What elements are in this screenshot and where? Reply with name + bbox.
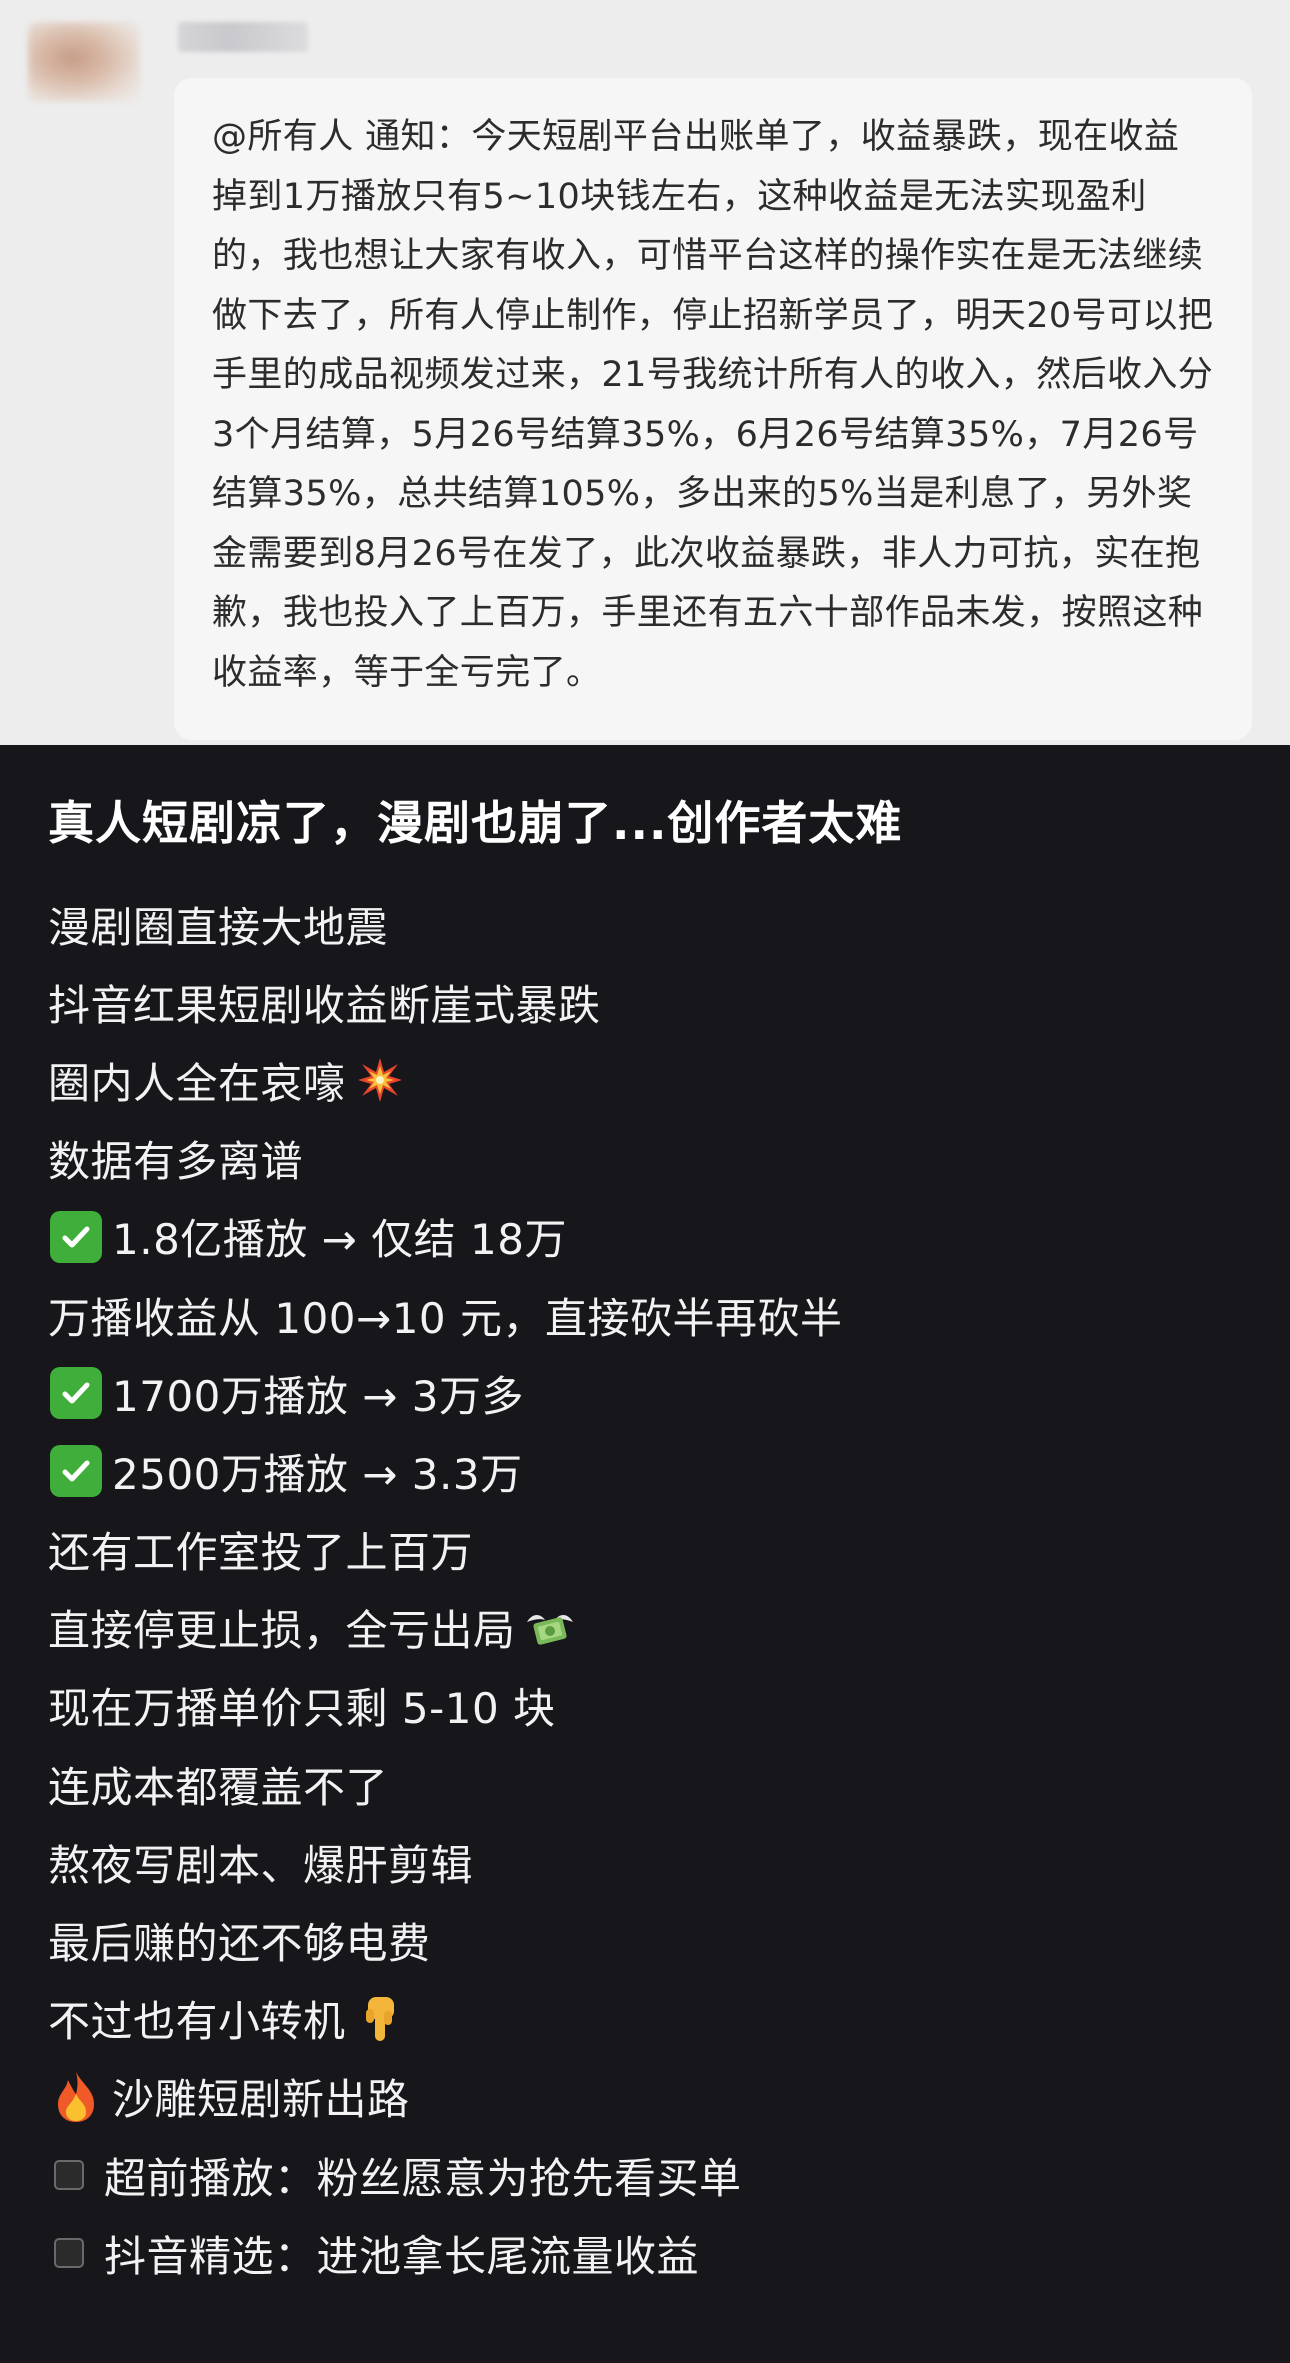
check-mark-icon: [48, 1443, 104, 1499]
post-line: 1700万播放 → 3万多: [48, 1354, 1248, 1432]
post-line-text: 数据有多离谱: [48, 1137, 304, 1187]
money-with-wings-icon: [522, 1600, 578, 1656]
pointing-down-icon: [352, 1991, 408, 2047]
post-line: 沙雕短剧新出路: [48, 2058, 1248, 2136]
post-lines: 漫剧圈直接大地震 抖音红果短剧收益断崖式暴跌 圈内人全在哀嚎 数据有多离谱 1.…: [48, 885, 1248, 2292]
post-line-text: 沙雕短剧新出路: [112, 2075, 410, 2125]
post-line: 2500万播放 → 3.3万: [48, 1432, 1248, 1510]
post-line: 直接停更止损，全亏出局: [48, 1589, 1248, 1667]
chat-bubble[interactable]: @所有人 通知：今天短剧平台出账单了，收益暴跌，现在收益掉到1万播放只有5~10…: [174, 78, 1252, 740]
post-line-text: 1700万播放 → 3万多: [112, 1371, 525, 1421]
post-line: 万播收益从 100→10 元，直接砍半再砍半: [48, 1276, 1248, 1354]
post-line-text: 圈内人全在哀嚎: [48, 1058, 346, 1108]
post-line-text: 漫剧圈直接大地震: [48, 902, 389, 952]
sender-name-blurred: [178, 22, 308, 52]
post-line: 圈内人全在哀嚎: [48, 1041, 1248, 1119]
post-line-text: 抖音精选：进池拿长尾流量收益: [104, 2231, 700, 2281]
chat-message-text: @所有人 通知：今天短剧平台出账单了，收益暴跌，现在收益掉到1万播放只有5~10…: [212, 117, 1214, 693]
post-line: 连成本都覆盖不了: [48, 1745, 1248, 1823]
post-line-text: 万播收益从 100→10 元，直接砍半再砍半: [48, 1293, 843, 1343]
check-mark-icon: [48, 1365, 104, 1421]
square-bullet-icon: [54, 2238, 84, 2269]
collision-icon: [352, 1052, 408, 1108]
post-line: 熬夜写剧本、爆肝剪辑: [48, 1823, 1248, 1901]
chat-screenshot: @所有人 通知：今天短剧平台出账单了，收益暴跌，现在收益掉到1万播放只有5~10…: [0, 0, 1290, 745]
post-line: 还有工作室投了上百万: [48, 1511, 1248, 1589]
post-line-text: 超前播放：粉丝愿意为抢先看买单: [104, 2153, 742, 2203]
post-line: 最后赚的还不够电费: [48, 1901, 1248, 1979]
post-line-text: 还有工作室投了上百万: [48, 1528, 474, 1578]
post-line-text: 直接停更止损，全亏出局: [48, 1606, 516, 1656]
post-line-text: 抖音红果短剧收益断崖式暴跌: [48, 980, 601, 1030]
post-line-text: 熬夜写剧本、爆肝剪辑: [48, 1840, 474, 1890]
post-line: 1.8亿播放 → 仅结 18万: [48, 1198, 1248, 1276]
post-line: 现在万播单价只剩 5-10 块: [48, 1667, 1248, 1745]
post-line: 数据有多离谱: [48, 1120, 1248, 1198]
post-line: 漫剧圈直接大地震: [48, 885, 1248, 963]
post-line: 抖音精选：进池拿长尾流量收益: [48, 2214, 1248, 2292]
post-title: 真人短剧凉了，漫剧也崩了...创作者太难: [48, 796, 903, 850]
post-line-text: 最后赚的还不够电费: [48, 1919, 431, 1969]
fire-icon: [48, 2069, 104, 2125]
square-bullet-icon: [54, 2160, 84, 2191]
post-line-text: 现在万播单价只剩 5-10 块: [48, 1684, 556, 1734]
post-line-text: 1.8亿播放 → 仅结 18万: [112, 1215, 567, 1265]
post-line: 抖音红果短剧收益断崖式暴跌: [48, 963, 1248, 1041]
post-body: 真人短剧凉了，漫剧也崩了...创作者太难 漫剧圈直接大地震 抖音红果短剧收益断崖…: [0, 745, 1290, 2363]
post-line-text: 连成本都覆盖不了: [48, 1762, 389, 1812]
post-line: 不过也有小转机: [48, 1980, 1248, 2058]
check-mark-icon: [48, 1209, 104, 1265]
post-line-text: 2500万播放 → 3.3万: [112, 1449, 523, 1499]
avatar[interactable]: [28, 22, 140, 102]
post-line: 超前播放：粉丝愿意为抢先看买单: [48, 2136, 1248, 2214]
post-line-text: 不过也有小转机: [48, 1997, 346, 2047]
